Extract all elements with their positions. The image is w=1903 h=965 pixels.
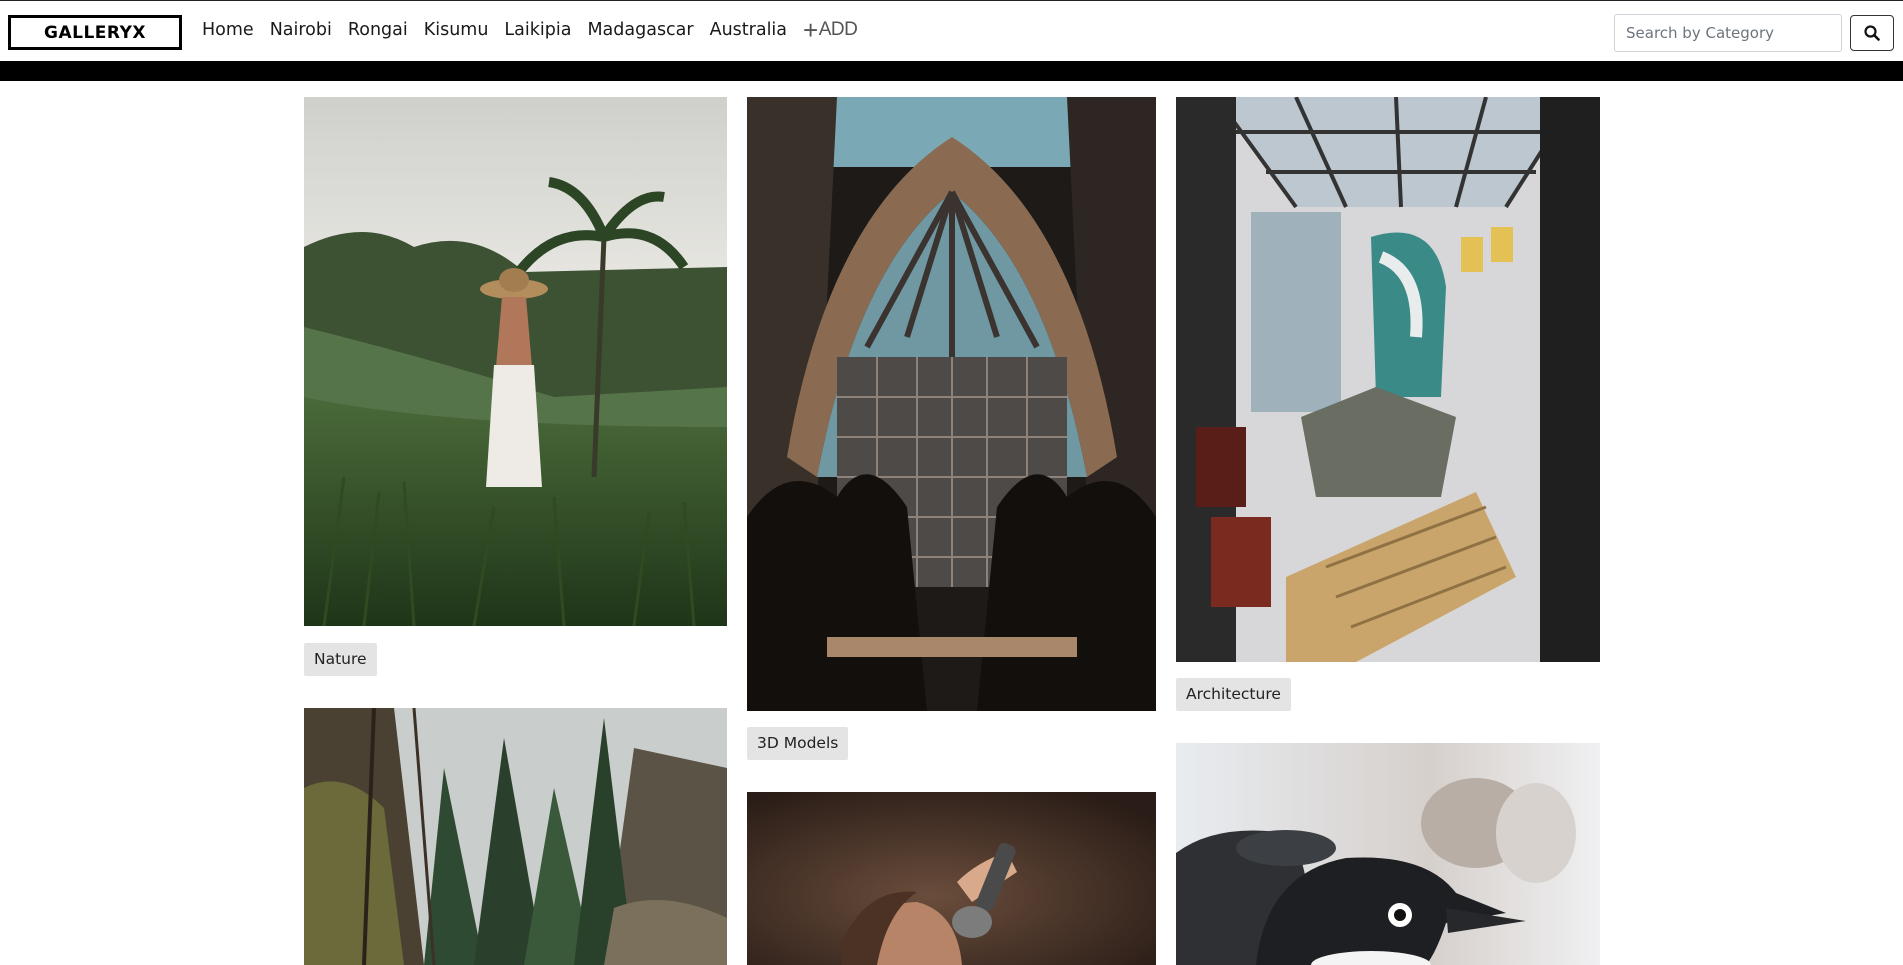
category-tag[interactable]: 3D Models	[747, 727, 849, 760]
photo-gallery: Nature 3D Models Architecture	[0, 0, 1903, 965]
photo-building[interactable]	[747, 97, 1156, 711]
photo-microphone[interactable]	[747, 792, 1156, 965]
category-tag[interactable]: Nature	[304, 643, 377, 676]
photo-penguins[interactable]	[1176, 743, 1600, 965]
category-tag[interactable]: Architecture	[1176, 678, 1291, 711]
photo-nature[interactable]	[304, 97, 727, 626]
photo-forest[interactable]	[304, 708, 727, 965]
photo-atrium[interactable]	[1176, 97, 1600, 662]
